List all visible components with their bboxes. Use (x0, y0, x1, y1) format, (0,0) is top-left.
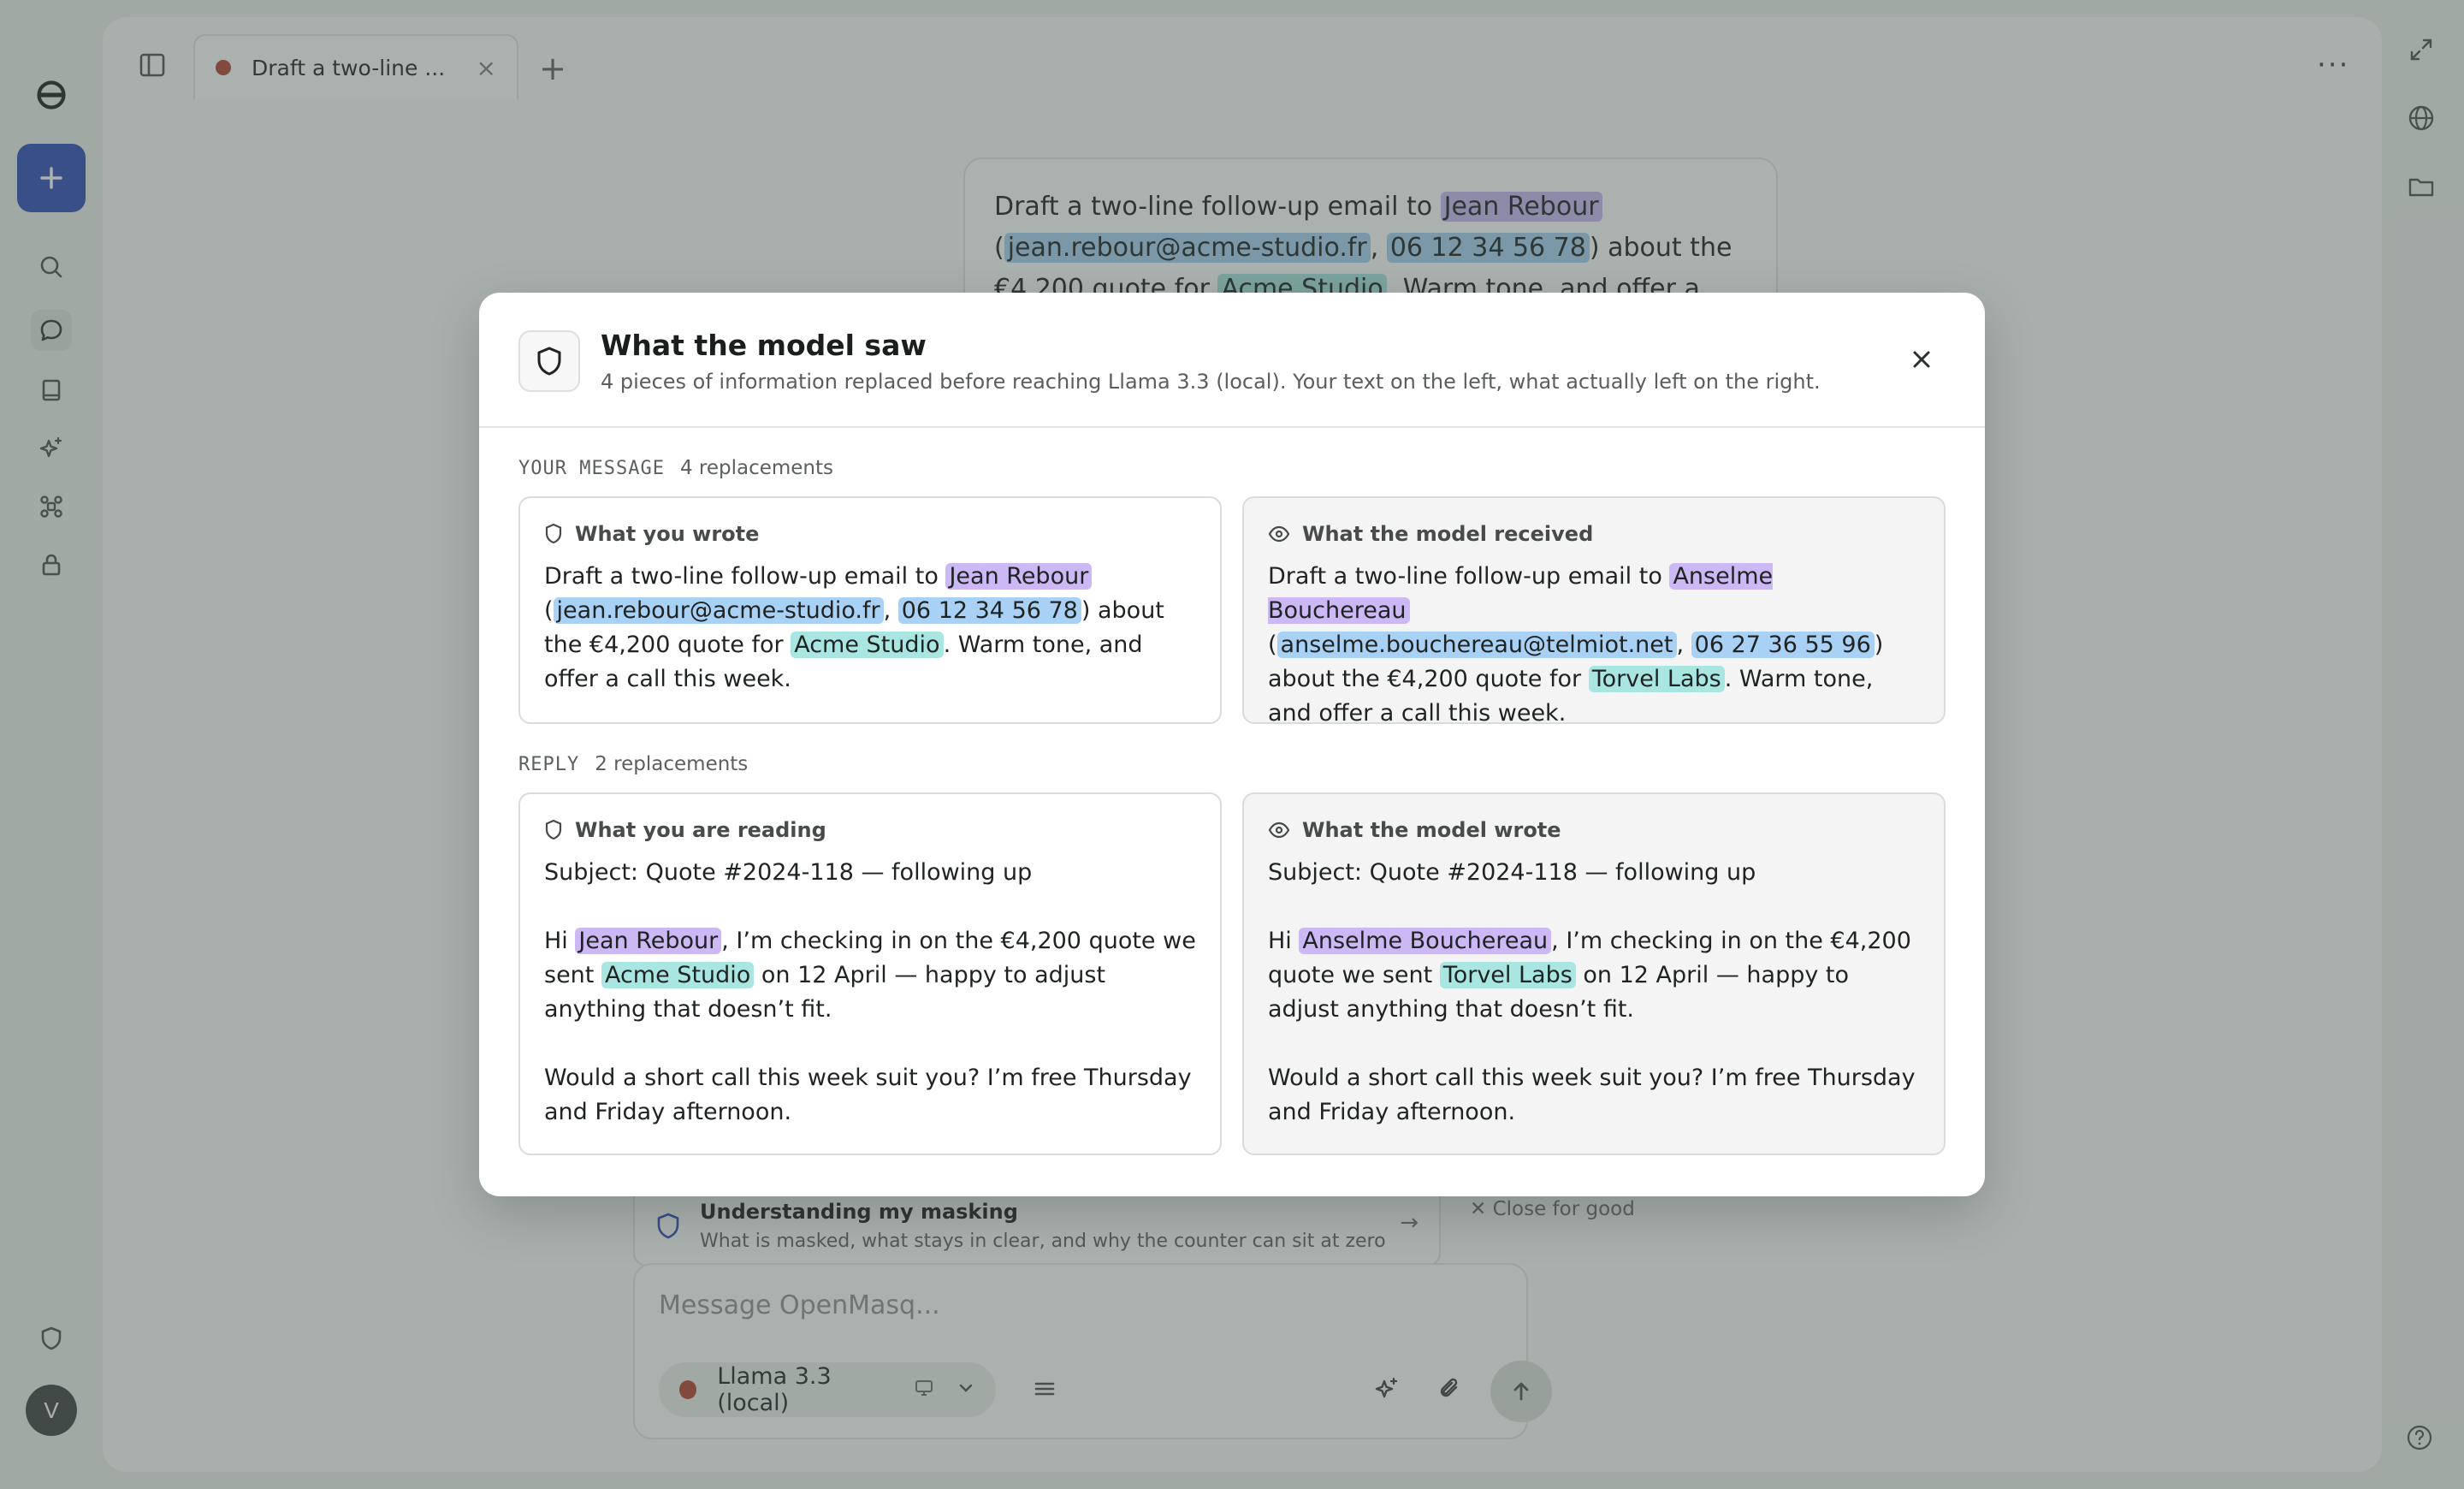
shield-icon (545, 819, 562, 840)
card-text: , (1676, 632, 1691, 658)
original-email: jean.rebour@acme-studio.fr (553, 597, 884, 624)
replacement-name: Anselme Bouchereau (1299, 928, 1552, 954)
replacement-email: anselme.bouchereau@telmiot.net (1276, 632, 1677, 658)
card-heading-label: What the model received (1302, 522, 1594, 546)
shield-icon (518, 330, 580, 392)
shield-icon (545, 523, 562, 544)
card-body: Subject: Quote #2024-118 — following up … (544, 856, 1196, 1130)
replacement-organization: Torvel Labs (1588, 666, 1725, 692)
card-text: ( (544, 597, 554, 624)
card-model-wrote: What the model wrote Subject: Quote #202… (1242, 792, 1946, 1155)
email-subject: Subject: Quote #2024-118 — following up (1268, 859, 1756, 886)
replacement-organization: Torvel Labs (1439, 962, 1576, 988)
card-heading-label: What the model wrote (1302, 818, 1561, 842)
close-icon[interactable] (1904, 342, 1939, 377)
dialog-title: What the model saw (601, 329, 927, 362)
replacement-phone: 06 27 36 55 96 (1691, 632, 1875, 658)
email-subject: Subject: Quote #2024-118 — following up (544, 859, 1033, 886)
eye-icon (1268, 822, 1290, 839)
card-model-received: What the model received Draft a two-line… (1242, 496, 1946, 727)
card-heading: What the model received (1268, 522, 1920, 546)
what-the-model-saw-dialog: What the model saw 4 pieces of informati… (479, 293, 1985, 1196)
email-paragraph: Hi Jean Rebour, I’m checking in on the €… (544, 924, 1196, 1027)
card-heading: What the model wrote (1268, 818, 1920, 842)
original-phone: 06 12 34 56 78 (897, 597, 1081, 624)
original-name: Jean Rebour (945, 563, 1093, 590)
card-body: Subject: Quote #2024-118 — following up … (1268, 856, 1920, 1130)
card-text: Hi (544, 928, 576, 954)
dialog-header: What the model saw 4 pieces of informati… (479, 293, 1985, 428)
eye-icon (1268, 525, 1290, 543)
section-title: REPLY (518, 754, 580, 775)
email-closing: Would a short call this week suit you? I… (544, 1065, 1192, 1125)
card-you-are-reading: What you are reading Subject: Quote #202… (518, 792, 1222, 1155)
dialog-subtitle: 4 pieces of information replaced before … (601, 370, 1821, 394)
card-text: Draft a two-line follow-up email to (1268, 563, 1670, 590)
replacement-count: 2 replacements (595, 753, 749, 775)
card-body: Draft a two-line follow-up email to Anse… (1268, 560, 1920, 731)
original-name: Jean Rebour (575, 928, 722, 954)
email-closing: Would a short call this week suit you? I… (1268, 1065, 1916, 1125)
card-you-wrote: What you wrote Draft a two-line follow-u… (518, 496, 1222, 724)
card-heading-label: What you are reading (575, 818, 826, 842)
card-body: Draft a two-line follow-up email to Jean… (544, 560, 1196, 697)
section-label-message: YOUR MESSAGE 4 replacements (518, 457, 833, 479)
card-text: , (883, 597, 898, 624)
card-heading: What you are reading (544, 818, 1196, 842)
card-text: ( (1268, 632, 1277, 658)
section-title: YOUR MESSAGE (518, 458, 665, 479)
email-paragraph: Hi Anselme Bouchereau, I’m checking in o… (1268, 924, 1920, 1027)
card-heading-label: What you wrote (575, 522, 760, 546)
replacement-count: 4 replacements (679, 457, 834, 479)
card-text: Hi (1268, 928, 1300, 954)
section-label-reply: REPLY 2 replacements (518, 753, 748, 775)
card-heading: What you wrote (544, 522, 1196, 546)
original-organization: Acme Studio (601, 962, 755, 988)
original-organization: Acme Studio (791, 632, 944, 658)
card-text: Draft a two-line follow-up email to (544, 563, 946, 590)
